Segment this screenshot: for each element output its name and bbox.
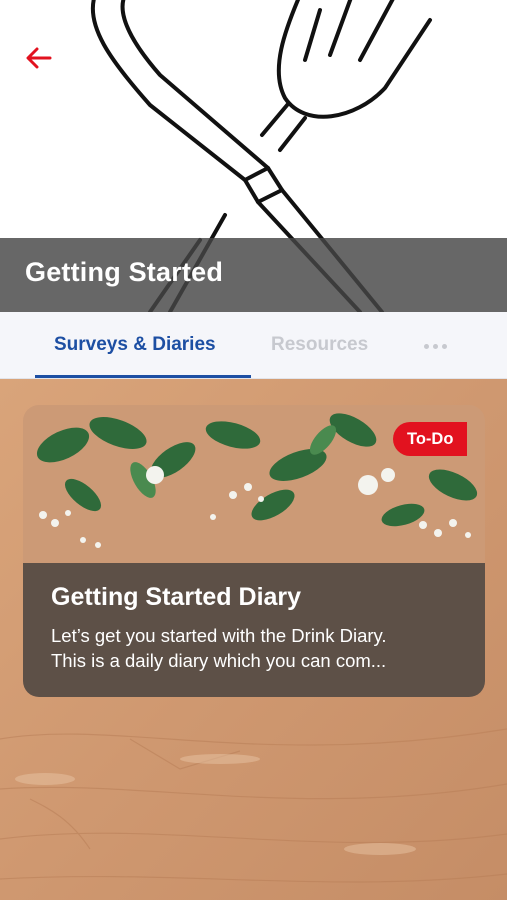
- tab-resources[interactable]: Resources: [271, 334, 368, 356]
- hero-banner: Getting Started: [0, 0, 507, 312]
- arrow-left-icon: [26, 47, 52, 69]
- tab-bar: Surveys & Diaries Resources: [0, 312, 507, 379]
- card-description-line: Let’s get you started with the Drink Dia…: [51, 625, 387, 646]
- card-description-line: This is a daily diary which you can com.…: [51, 650, 387, 671]
- card-title: Getting Started Diary: [51, 583, 302, 611]
- status-badge: To-Do: [393, 422, 468, 456]
- card-description: Let’s get you started with the Drink Dia…: [51, 623, 471, 673]
- diary-card[interactable]: Getting Started Diary Let’s get you star…: [23, 405, 485, 697]
- back-button[interactable]: [18, 38, 60, 78]
- tab-surveys-diaries[interactable]: Surveys & Diaries: [54, 334, 216, 356]
- page-title: Getting Started: [25, 257, 224, 287]
- more-horizontal-icon[interactable]: [424, 340, 454, 352]
- content-area[interactable]: Getting Started Diary Let’s get you star…: [0, 379, 507, 900]
- active-tab-indicator: [35, 375, 251, 378]
